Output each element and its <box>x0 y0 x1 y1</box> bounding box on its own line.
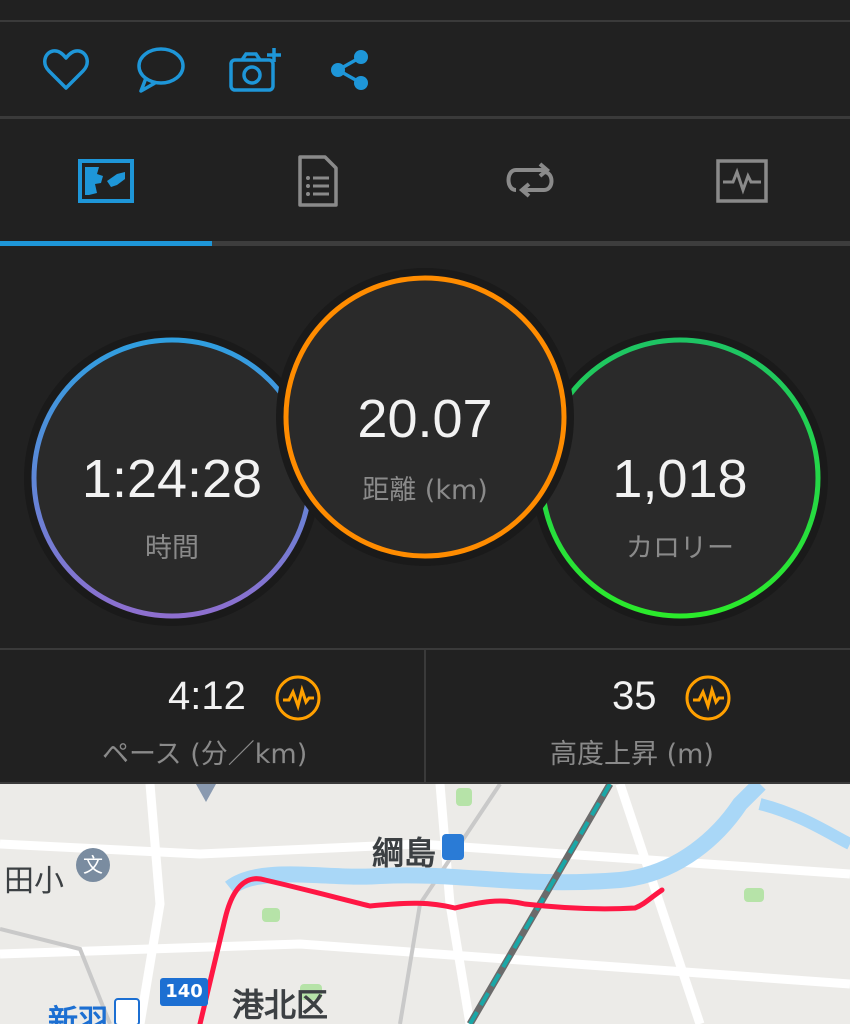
document-list-icon <box>298 155 338 207</box>
distance-value: 20.07 <box>357 389 493 449</box>
repeat-icon <box>506 162 554 198</box>
elevation-label: 高度上昇 (m) <box>550 739 714 770</box>
distance-label: 距離 (km) <box>362 475 488 506</box>
tab-bar <box>0 119 850 246</box>
share-icon <box>331 50 368 90</box>
map-pin-icon <box>196 784 216 802</box>
comment-button[interactable] <box>132 42 188 98</box>
heart-icon <box>43 49 89 90</box>
route-map[interactable]: 綱島 田小 文 140 港北区 新羽 <box>0 784 850 1024</box>
speech-bubble-icon <box>137 47 185 93</box>
camera-plus-icon <box>229 48 281 92</box>
like-button[interactable] <box>38 42 94 98</box>
action-bar <box>0 22 850 119</box>
tab-charts[interactable] <box>636 119 848 243</box>
top-strip <box>0 0 850 22</box>
pace-metric[interactable]: 4:12 ペース (分／km) <box>0 650 424 782</box>
map-label-ward: 港北区 <box>232 986 329 1024</box>
summary-stats: 1:24:28 時間 1,018 カロリー 20.07 距離 (km) <box>0 246 850 648</box>
add-photo-button[interactable] <box>228 42 284 98</box>
calories-value: 1,018 <box>612 449 748 509</box>
calories-stat: 1,018 カロリー <box>532 330 828 626</box>
activity-wave-icon <box>275 675 321 721</box>
pace-value: 4:12 <box>168 674 246 718</box>
route-shield: 140 <box>160 978 208 1006</box>
map-label-station: 綱島 <box>372 834 437 872</box>
elevation-value: 35 <box>612 674 657 718</box>
map-label-station2: 新羽 <box>48 1004 108 1024</box>
tab-details[interactable] <box>212 119 424 243</box>
calories-label: カロリー <box>626 533 734 564</box>
share-button[interactable] <box>322 42 378 98</box>
activity-chart-icon <box>716 159 768 203</box>
school-icon: 文 <box>76 848 110 882</box>
metrics-row: 4:12 ペース (分／km) 35 高度上昇 (m) <box>0 648 850 786</box>
pace-label: ペース (分／km) <box>102 739 308 770</box>
map-icon <box>78 159 134 203</box>
train-station-icon <box>442 834 464 860</box>
map-canvas <box>0 784 850 1024</box>
tab-laps[interactable] <box>424 119 636 243</box>
activity-wave-icon <box>685 675 731 721</box>
subway-station-icon <box>114 998 140 1024</box>
tab-map[interactable] <box>0 119 212 243</box>
distance-stat: 20.07 距離 (km) <box>276 268 574 566</box>
elevation-metric[interactable]: 35 高度上昇 (m) <box>426 650 850 782</box>
map-label-school: 田小 <box>4 864 64 899</box>
